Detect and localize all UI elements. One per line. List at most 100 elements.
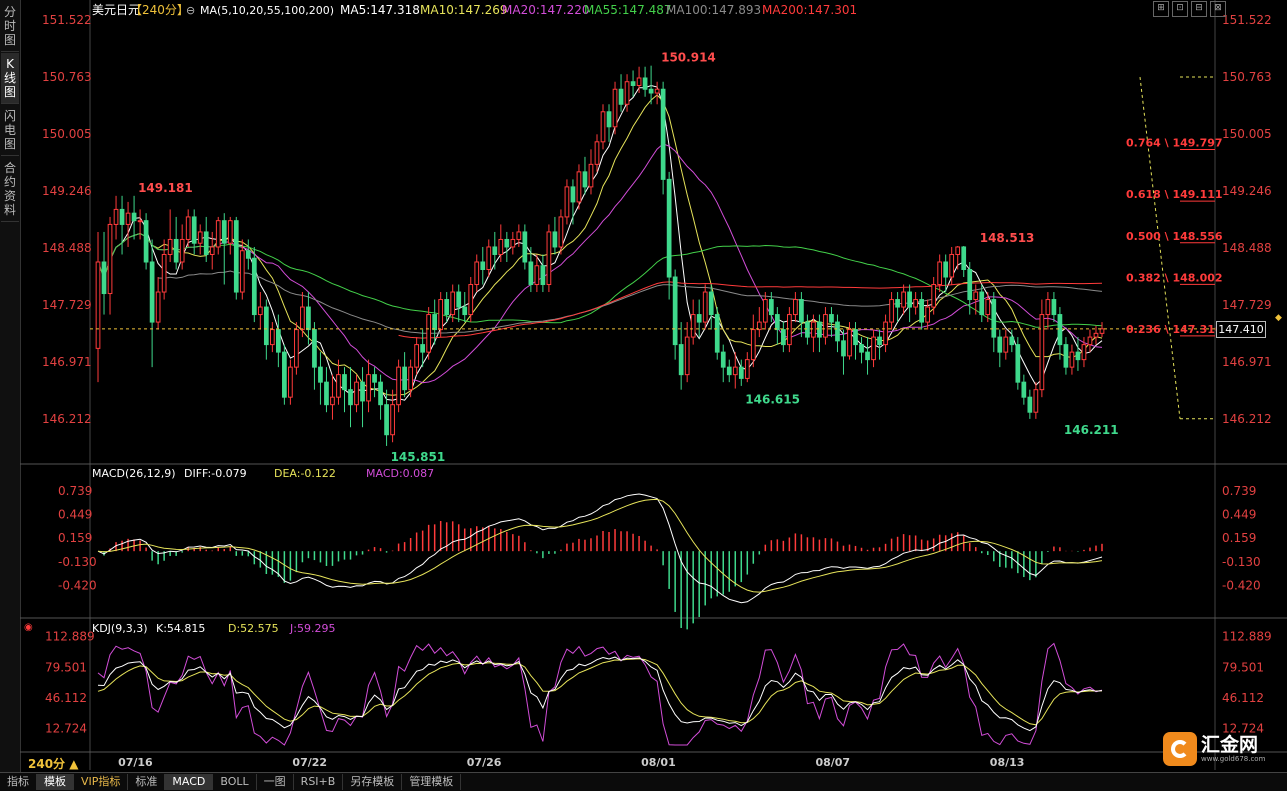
candle-body bbox=[955, 246, 961, 255]
candle-body bbox=[714, 314, 720, 353]
candle-body bbox=[787, 314, 792, 346]
candle-body bbox=[1051, 299, 1057, 316]
bottom-tab-8[interactable]: 另存模板 bbox=[343, 774, 403, 790]
candle-body bbox=[522, 231, 528, 263]
kdj-ytick-left-1: 79.501 bbox=[45, 660, 87, 674]
candle-body bbox=[251, 257, 257, 316]
macd-ytick-left-1: 0.449 bbox=[58, 508, 92, 522]
candle-body bbox=[817, 321, 822, 338]
candle-body bbox=[516, 231, 522, 240]
bottom-tab-1[interactable]: 模板 bbox=[37, 774, 74, 790]
candle-body bbox=[143, 220, 149, 263]
candle-body bbox=[420, 344, 426, 353]
candle-body bbox=[125, 212, 131, 225]
candle-body bbox=[137, 220, 143, 223]
bottom-tab-4[interactable]: MACD bbox=[165, 774, 214, 790]
kdj-ytick-left-2: 46.112 bbox=[45, 691, 87, 705]
candle-body bbox=[275, 329, 281, 353]
candle-body bbox=[823, 314, 828, 338]
candle-body bbox=[233, 220, 239, 293]
candle-body bbox=[480, 261, 486, 271]
fib-level-label-3: 0.382 \ 148.002 bbox=[1126, 271, 1223, 284]
candle-body bbox=[462, 306, 468, 316]
candle-body bbox=[594, 141, 600, 165]
candle-body bbox=[793, 299, 798, 316]
candle-body bbox=[973, 291, 979, 301]
main-ytick-left-0: 151.522 bbox=[42, 13, 92, 27]
macd-legend-0: DIFF:-0.079 bbox=[184, 467, 247, 480]
candle-body bbox=[167, 238, 173, 255]
candle-body bbox=[744, 359, 750, 379]
main-ytick-right-3: 149.246 bbox=[1222, 184, 1272, 198]
kdj-ytick-right-1: 79.501 bbox=[1222, 660, 1264, 674]
candle-body bbox=[606, 111, 612, 128]
candle-body bbox=[660, 88, 666, 180]
bottom-tab-2[interactable]: VIP指标 bbox=[74, 774, 129, 790]
candle-body bbox=[1081, 344, 1087, 361]
candle-body bbox=[672, 276, 678, 346]
candle-body bbox=[402, 366, 407, 391]
kdj-ytick-left-3: 12.724 bbox=[45, 722, 87, 736]
candle-body bbox=[895, 299, 900, 308]
candle-body bbox=[294, 329, 299, 368]
bottom-tab-0[interactable]: 指标 bbox=[0, 774, 37, 790]
bottom-tab-5[interactable]: BOLL bbox=[213, 774, 257, 790]
candle-body bbox=[1027, 396, 1033, 413]
candle-body bbox=[774, 314, 780, 331]
candle-body bbox=[684, 336, 690, 376]
candle-body bbox=[155, 291, 161, 323]
window-button-2[interactable]: ⊟ bbox=[1191, 1, 1207, 17]
candle-body bbox=[510, 238, 516, 248]
candle-body bbox=[203, 231, 209, 255]
candle-body bbox=[474, 261, 480, 286]
candle-body bbox=[919, 299, 925, 323]
bottom-tab-7[interactable]: RSI+B bbox=[294, 774, 344, 790]
bottom-tab-3[interactable]: 标准 bbox=[128, 774, 166, 790]
candle-body bbox=[498, 238, 504, 255]
window-button-1[interactable]: ⊡ bbox=[1172, 1, 1188, 17]
main-ytick-left-5: 147.729 bbox=[42, 298, 92, 312]
candle-body bbox=[985, 299, 991, 316]
candle-body bbox=[1063, 344, 1069, 368]
candle-body bbox=[546, 231, 552, 286]
candle-body bbox=[396, 366, 401, 406]
macd-ytick-left-0: 0.739 bbox=[58, 484, 92, 498]
candle-body bbox=[600, 111, 606, 143]
logo-icon bbox=[1163, 732, 1197, 766]
candle-body bbox=[149, 261, 155, 323]
main-ytick-right-4: 148.488 bbox=[1222, 241, 1272, 255]
candle-body bbox=[889, 299, 894, 323]
candle-body bbox=[161, 253, 167, 293]
candle-body bbox=[552, 231, 558, 248]
bottom-tab-6[interactable]: 一图 bbox=[257, 774, 294, 790]
window-button-0[interactable]: ⊞ bbox=[1153, 1, 1169, 17]
bottom-tab-9[interactable]: 管理模板 bbox=[402, 774, 462, 790]
candle-body bbox=[227, 220, 233, 244]
period-label[interactable]: 240分 ▲ bbox=[28, 755, 78, 772]
candle-body bbox=[528, 261, 534, 286]
candle-body bbox=[859, 344, 864, 353]
ma-line-100 bbox=[158, 270, 1103, 334]
candle-body bbox=[618, 88, 624, 105]
macd-ytick-right-3: -0.130 bbox=[1222, 555, 1261, 569]
candle-body bbox=[348, 389, 353, 406]
current-price-tag: 147.410 bbox=[1216, 321, 1266, 338]
candle-body bbox=[191, 216, 197, 244]
kline-chart[interactable]: 美元日元【240分】⊖ MA(5,10,20,55,100,200) MA5:147… bbox=[0, 0, 1287, 772]
candle-body bbox=[318, 366, 323, 383]
candle-body bbox=[630, 81, 636, 86]
candle-body bbox=[540, 265, 546, 286]
main-ytick-right-5: 147.729 bbox=[1222, 298, 1272, 312]
candle-body bbox=[239, 250, 245, 293]
macd-ytick-left-3: -0.130 bbox=[58, 555, 97, 569]
kdj-legend-1: D:52.575 bbox=[228, 622, 279, 635]
candle-body bbox=[288, 366, 293, 398]
fib-level-label-1: 0.618 \ 149.111 bbox=[1126, 188, 1223, 201]
window-button-3[interactable]: ⊠ bbox=[1210, 1, 1226, 17]
candle-body bbox=[925, 306, 931, 323]
candle-body bbox=[829, 314, 834, 323]
candle-body bbox=[468, 284, 474, 316]
kdj-ytick-right-2: 46.112 bbox=[1222, 691, 1264, 705]
candle-body bbox=[883, 321, 888, 346]
candle-body bbox=[408, 366, 413, 391]
